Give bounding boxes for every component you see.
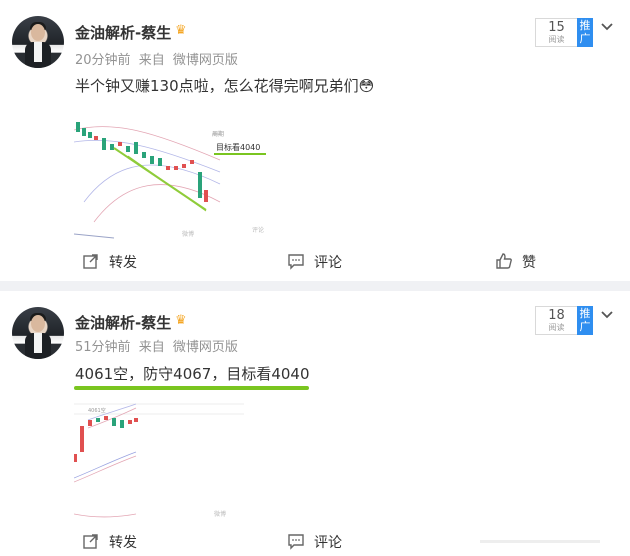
svg-text:评论: 评论 xyxy=(252,226,264,234)
highlight-underline xyxy=(74,386,309,390)
read-label: 阅读 xyxy=(548,323,565,332)
candlestick-chart-image: 周期 目标看4040 微博 评论 xyxy=(74,112,266,240)
candlestick-chart-image: 4061空 微博 xyxy=(74,403,244,518)
read-count-box: 15 阅读 推广 xyxy=(535,18,593,47)
comment-icon xyxy=(288,254,304,270)
svg-text:4061空: 4061空 xyxy=(88,407,106,414)
svg-text:微博: 微博 xyxy=(182,230,194,238)
read-count-box: 18 阅读 推广 xyxy=(535,306,593,335)
post-text: 半个钟又赚130点啦，怎么花得完啊兄弟们😳 xyxy=(75,75,374,96)
chevron-down-icon[interactable] xyxy=(600,308,614,322)
post-image[interactable]: 周期 目标看4040 微博 评论 xyxy=(74,112,344,240)
like-label: 赞 xyxy=(522,255,536,271)
repost-icon xyxy=(83,534,98,549)
blurred-overlay xyxy=(480,540,600,543)
username[interactable]: 金油解析-蔡生 xyxy=(75,22,171,43)
svg-text:微博: 微博 xyxy=(214,510,226,518)
read-count: 15 xyxy=(548,20,565,35)
promote-button[interactable]: 推广 xyxy=(577,18,593,47)
thumbs-up-icon xyxy=(496,253,512,269)
post-body: 半个钟又赚130点啦，怎么花得完啊兄弟们 xyxy=(75,77,359,95)
svg-text:周期: 周期 xyxy=(212,130,224,138)
post-image[interactable]: 4061空 微博 xyxy=(74,398,244,520)
post-source[interactable]: 微博网页版 xyxy=(173,340,238,355)
repost-label: 转发 xyxy=(109,255,137,271)
username[interactable]: 金油解析-蔡生 xyxy=(75,312,171,333)
image-caption: 目标看4040 xyxy=(216,142,260,152)
post-time[interactable]: 20分钟前 xyxy=(75,53,131,68)
repost-label: 转发 xyxy=(109,535,137,551)
post-meta: 20分钟前 来自 微博网页版 xyxy=(75,49,242,68)
emoji-icon: 😳 xyxy=(358,77,375,95)
read-count: 18 xyxy=(548,308,565,323)
chevron-down-icon[interactable] xyxy=(600,20,614,34)
comment-label: 评论 xyxy=(314,255,342,271)
promote-button[interactable]: 推广 xyxy=(577,306,593,335)
read-label: 阅读 xyxy=(548,35,565,44)
post-source[interactable]: 微博网页版 xyxy=(173,53,238,68)
repost-icon xyxy=(83,254,98,269)
vip-crown-icon: ♛ xyxy=(175,23,187,38)
post-time[interactable]: 51分钟前 xyxy=(75,340,131,355)
source-prefix: 来自 xyxy=(138,53,165,68)
vip-crown-icon: ♛ xyxy=(175,313,187,328)
comment-label: 评论 xyxy=(314,535,342,551)
source-prefix: 来自 xyxy=(138,340,165,355)
post-meta: 51分钟前 来自 微博网页版 xyxy=(75,336,242,355)
avatar[interactable] xyxy=(12,16,64,68)
avatar[interactable] xyxy=(12,307,64,359)
comment-icon xyxy=(288,534,304,550)
post-body: 4061空，防守4067，目标看4040 xyxy=(75,365,310,383)
